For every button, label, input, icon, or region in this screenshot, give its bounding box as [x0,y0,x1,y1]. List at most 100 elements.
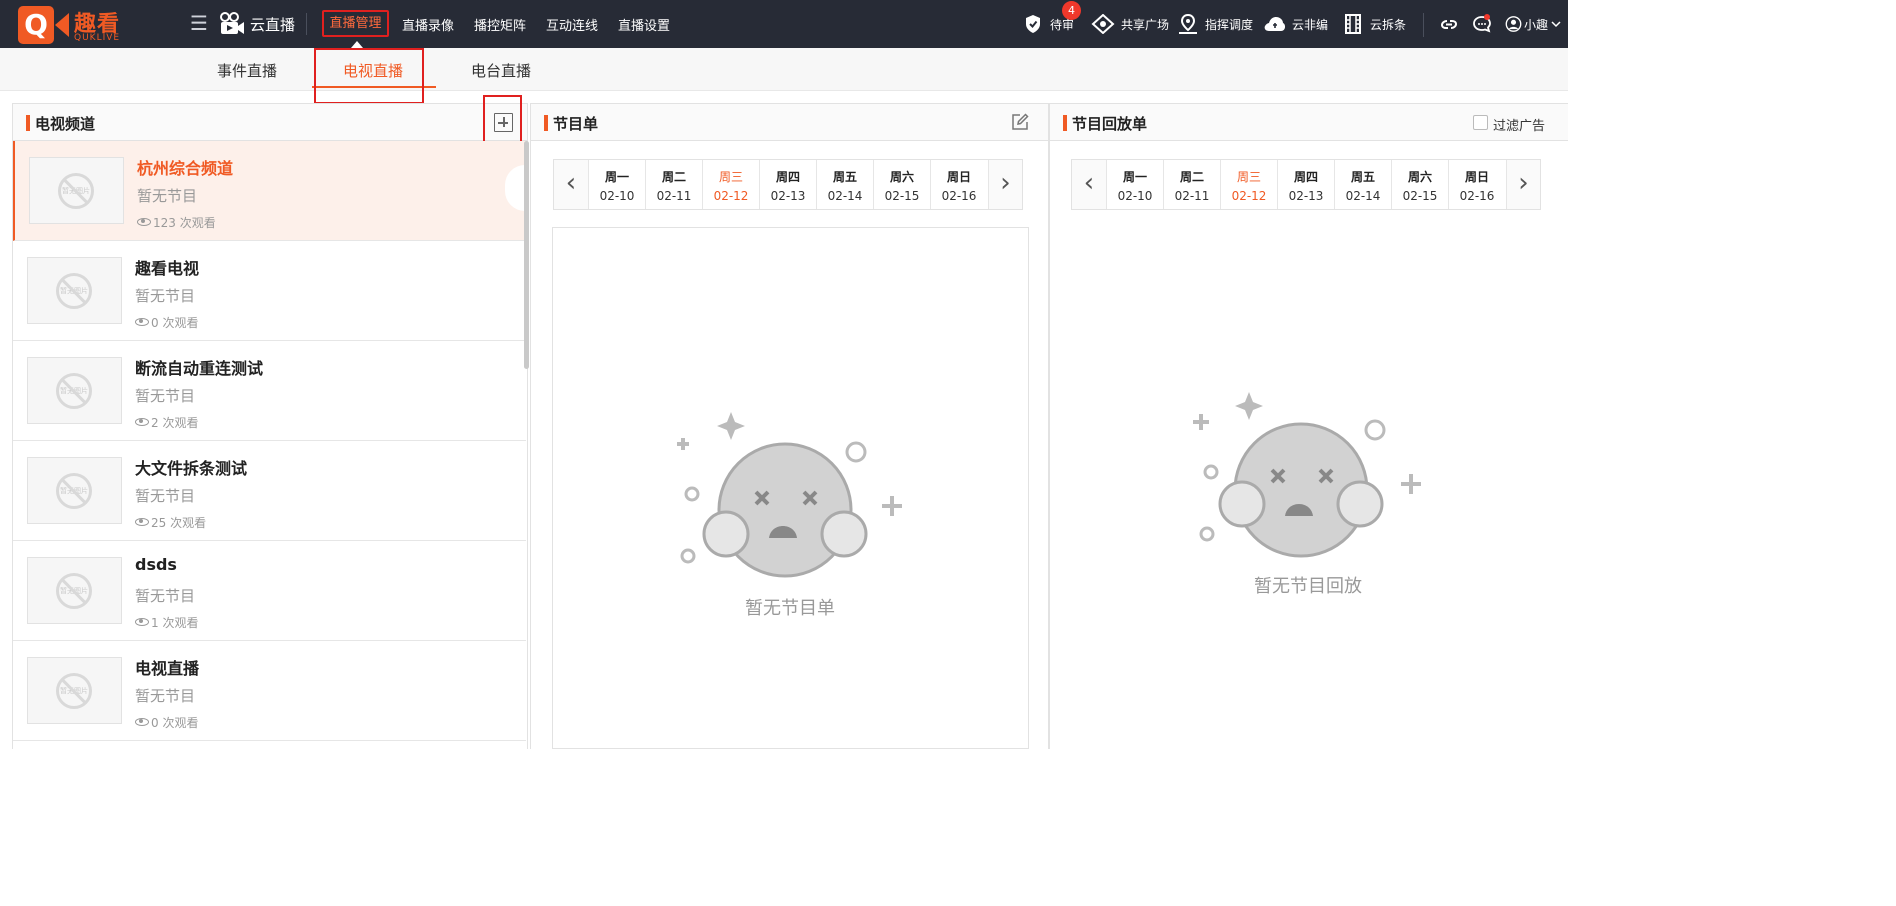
dispatch-label[interactable]: 指挥调度 [1205,16,1253,33]
pending-count-badge: 4 [1062,1,1081,20]
replay-empty-text: 暂无节目回放 [1254,576,1362,597]
cloud-split-label[interactable]: 云拆条 [1370,16,1406,33]
schedule-date-bar: ‹ 周一 02-10 周二 02-11 周三 02-12 周四 02-13 周五 02-1… [553,159,1023,210]
filter-ads-checkbox[interactable] [1473,115,1488,130]
panel-title: 电视频道 [35,115,96,133]
view-count: 25 次观看 [151,516,207,530]
divider [306,13,307,35]
menu-icon[interactable]: ☰ [190,13,210,33]
date-cell-today[interactable]: 周三 02-12 [1220,160,1277,209]
date-cell[interactable]: 周六 02-15 [1391,160,1448,209]
channel-list-item[interactable]: 暂无图片 dsds 暂无节目 1 次观看 [13,541,526,641]
channel-list-item[interactable]: 暂无图片 杭州综合频道 暂无节目 123 次观看 [13,141,526,241]
date-cell[interactable]: 周一 02-10 [588,160,645,209]
chevron-right-icon[interactable]: › [1506,160,1540,209]
date-cell[interactable]: 周一 02-10 [1106,160,1163,209]
chevron-left-icon[interactable]: ‹ [1072,160,1106,209]
channel-name: 电视直播 [135,659,200,678]
nav-playout-matrix[interactable]: 播控矩阵 [474,15,526,34]
film-split-icon[interactable] [1343,14,1363,34]
date-cell[interactable]: 周二 02-11 [645,160,702,209]
date-cell[interactable]: 周四 02-13 [759,160,816,209]
panel-title: 节目回放单 [1072,115,1148,133]
channel-views: 123 次观看 [137,214,216,231]
channel-list-item[interactable]: 暂无图片 趣看电视 暂无节目 0 次观看 [13,241,526,341]
tab-event-live[interactable]: 事件直播 [217,60,277,81]
chevron-down-icon[interactable] [1551,20,1561,28]
channel-views: 0 次观看 [135,314,198,331]
no-image-icon: 暂无图片 [58,173,94,209]
channel-list-item[interactable]: 暂无图片 断流自动重连测试 暂无节目 2 次观看 [13,341,526,441]
brand-title: 云直播 [250,16,296,34]
channel-name: 断流自动重连测试 [135,359,264,378]
eye-icon [137,218,151,226]
weekday: 周四 [1293,170,1318,184]
nav-live-settings[interactable]: 直播设置 [618,15,670,34]
date-cell[interactable]: 周日 02-16 [930,160,987,209]
view-count: 123 次观看 [153,216,216,230]
cloud-edit-label[interactable]: 云非编 [1292,16,1328,33]
weekday: 周一 [604,170,629,184]
channel-thumbnail: 暂无图片 [27,257,122,324]
nav-label: 直播管理 [329,16,382,31]
divider [1423,13,1424,37]
nav-live-recording[interactable]: 直播录像 [402,15,454,34]
date-cell-today[interactable]: 周三 02-12 [702,160,759,209]
add-channel-icon[interactable] [494,113,513,132]
channel-list-item[interactable]: 暂无图片 电视直播 暂无节目 0 次观看 [13,641,526,741]
date-cell[interactable]: 周五 02-14 [816,160,873,209]
view-count: 2 次观看 [151,416,199,430]
edit-icon[interactable] [1011,113,1029,131]
chevron-right-icon[interactable]: › [988,160,1022,209]
view-count: 0 次观看 [151,716,199,730]
channel-program: 暂无节目 [135,387,196,405]
channel-program: 暂无节目 [135,587,196,605]
cloud-edit-icon[interactable] [1263,14,1287,34]
user-avatar-icon[interactable] [1505,14,1522,34]
tab-radio-live[interactable]: 电台直播 [471,60,531,81]
panel-header: 电视频道 [13,104,527,141]
nav-live-management[interactable]: 直播管理 [322,10,389,37]
eye-icon [135,618,149,626]
weekday: 周六 [889,170,914,184]
eye-icon [135,518,149,526]
location-pin-icon[interactable] [1178,14,1198,34]
date: 02-14 [827,189,863,203]
filter-ads-label[interactable]: 过滤广告 [1493,115,1545,134]
date-cell[interactable]: 周二 02-11 [1163,160,1220,209]
sad-face-empty-icon [1193,392,1421,558]
date-cell[interactable]: 周四 02-13 [1277,160,1334,209]
shield-icon[interactable] [1023,14,1043,34]
channel-program: 暂无节目 [137,187,198,205]
quklive-logo[interactable]: Q 趣看 QUKLIVE [18,6,130,44]
chevron-left-icon[interactable]: ‹ [554,160,588,209]
date-cell[interactable]: 周日 02-16 [1448,160,1505,209]
link-icon[interactable] [1439,14,1459,34]
channel-list-item[interactable]: 暂无图片 大文件拆条测试 暂无节目 25 次观看 [13,441,526,541]
date-cell[interactable]: 周五 02-14 [1334,160,1391,209]
logo-arrow [55,13,69,37]
date-cell[interactable]: 周六 02-15 [873,160,930,209]
user-name[interactable]: 小趣 [1524,16,1548,33]
weekday: 周四 [775,170,800,184]
panel-header: 节目回放单 [1050,104,1568,141]
sub-navigation: 事件直播 电视直播 电台直播 [0,48,1568,91]
channel-list-scrollbar[interactable] [524,141,529,369]
view-count: 1 次观看 [151,616,199,630]
logo-q-mark: Q [18,6,54,44]
channel-views: 0 次观看 [135,714,198,731]
eye-icon [135,718,149,726]
video-camera-icon [220,12,244,34]
date: 02-10 [599,189,635,203]
date: 02-16 [1459,189,1495,203]
weekday: 周六 [1407,170,1432,184]
eye-icon [135,318,149,326]
date: 02-15 [884,189,920,203]
share-square-icon[interactable] [1091,14,1115,34]
channel-name: 杭州综合频道 [137,159,234,178]
notification-dot [1484,14,1490,20]
nav-interactive-link[interactable]: 互动连线 [546,15,598,34]
weekday: 周三 [718,170,743,184]
date: 02-11 [656,189,692,203]
share-square-label[interactable]: 共享广场 [1121,16,1169,33]
